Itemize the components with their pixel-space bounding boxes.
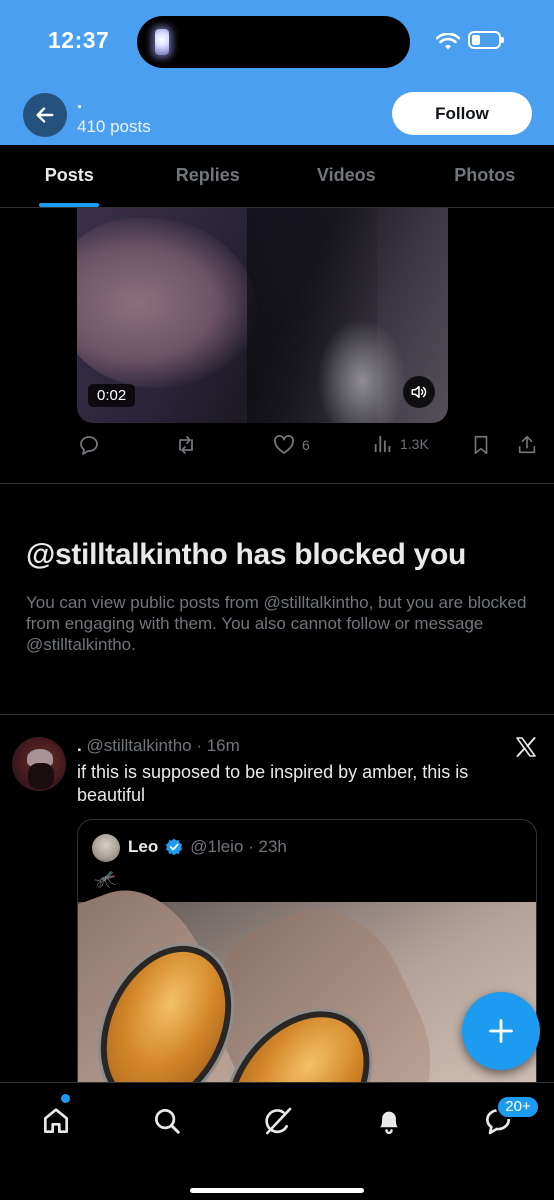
dynamic-island [137, 16, 410, 68]
divider [0, 714, 554, 715]
video-duration: 0:02 [88, 384, 136, 407]
tab-photos[interactable]: Photos [416, 145, 554, 207]
tab-posts[interactable]: Posts [0, 145, 139, 207]
video-player[interactable]: 0:02 [77, 208, 448, 423]
follow-button[interactable]: Follow [392, 92, 532, 135]
speaker-icon [411, 386, 427, 398]
back-button[interactable] [23, 93, 67, 137]
bookmark-button[interactable] [470, 433, 492, 457]
quote-author-name: Leo [128, 837, 159, 856]
post-actions: 6 1.3K [77, 430, 547, 462]
compose-button[interactable] [462, 992, 540, 1070]
nav-home[interactable] [34, 1099, 78, 1143]
bell-icon [380, 1111, 398, 1135]
nav-grok[interactable] [256, 1099, 300, 1143]
nav-search[interactable] [145, 1099, 189, 1143]
post-handle-time: @stilltalkintho · 16m [86, 736, 240, 755]
profile-header: 12:37 . 410 posts Follow [0, 0, 554, 145]
post-text: if this is supposed to be inspired by am… [77, 762, 469, 805]
like-button[interactable]: 6 [272, 433, 310, 457]
bookmark-icon [474, 435, 488, 455]
bottom-nav: 20+ [0, 1082, 554, 1200]
status-time: 12:37 [48, 27, 110, 53]
quoted-post[interactable]: Leo @1leio · 23h 🦟 [77, 819, 537, 1109]
home-icon [44, 1108, 68, 1133]
tab-videos[interactable]: Videos [277, 145, 416, 207]
avatar[interactable] [12, 737, 66, 791]
share-button[interactable] [516, 433, 538, 457]
comment-icon [80, 436, 98, 455]
quote-handle-time: @1leio · 23h [190, 837, 287, 856]
share-icon [518, 435, 536, 454]
verified-badge-icon [166, 838, 183, 856]
tab-replies[interactable]: Replies [139, 145, 278, 207]
repost-button[interactable] [174, 433, 198, 457]
blocked-title: @stilltalkintho has blocked you [26, 538, 467, 571]
home-indicator [190, 1188, 364, 1193]
arrow-left-icon [36, 107, 54, 123]
battery-icon [468, 31, 504, 49]
views-button[interactable]: 1.3K [372, 433, 429, 455]
home-notification-dot [61, 1094, 70, 1103]
nav-notifications[interactable] [367, 1099, 411, 1143]
post-count: 410 posts [77, 117, 151, 136]
like-count: 6 [302, 437, 310, 453]
wifi-icon [436, 33, 460, 50]
quote-image[interactable] [78, 870, 536, 1108]
search-icon [155, 1109, 180, 1134]
volume-button[interactable] [403, 376, 435, 408]
post-meta: . @stilltalkintho · 16m [77, 736, 240, 756]
divider [0, 483, 554, 484]
heart-icon [274, 435, 294, 454]
view-count: 1.3K [400, 436, 429, 452]
grok-icon [265, 1107, 292, 1135]
blocked-message: You can view public posts from @stilltal… [26, 593, 527, 654]
reply-button[interactable] [77, 433, 101, 457]
post-author-name[interactable]: . [77, 736, 82, 755]
profile-tabs: Posts Replies Videos Photos [0, 145, 554, 208]
mosquito-emoji: 🦟 [94, 869, 117, 889]
plus-icon [489, 1019, 513, 1043]
x-logo-icon [516, 737, 536, 757]
profile-name: . [77, 92, 83, 112]
analytics-icon [374, 435, 391, 453]
flashlight-icon [155, 29, 169, 55]
quote-meta: Leo @1leio · 23h [128, 837, 287, 857]
messages-badge: 20+ [496, 1095, 540, 1119]
quote-avatar [92, 834, 120, 862]
repost-icon [179, 436, 193, 454]
